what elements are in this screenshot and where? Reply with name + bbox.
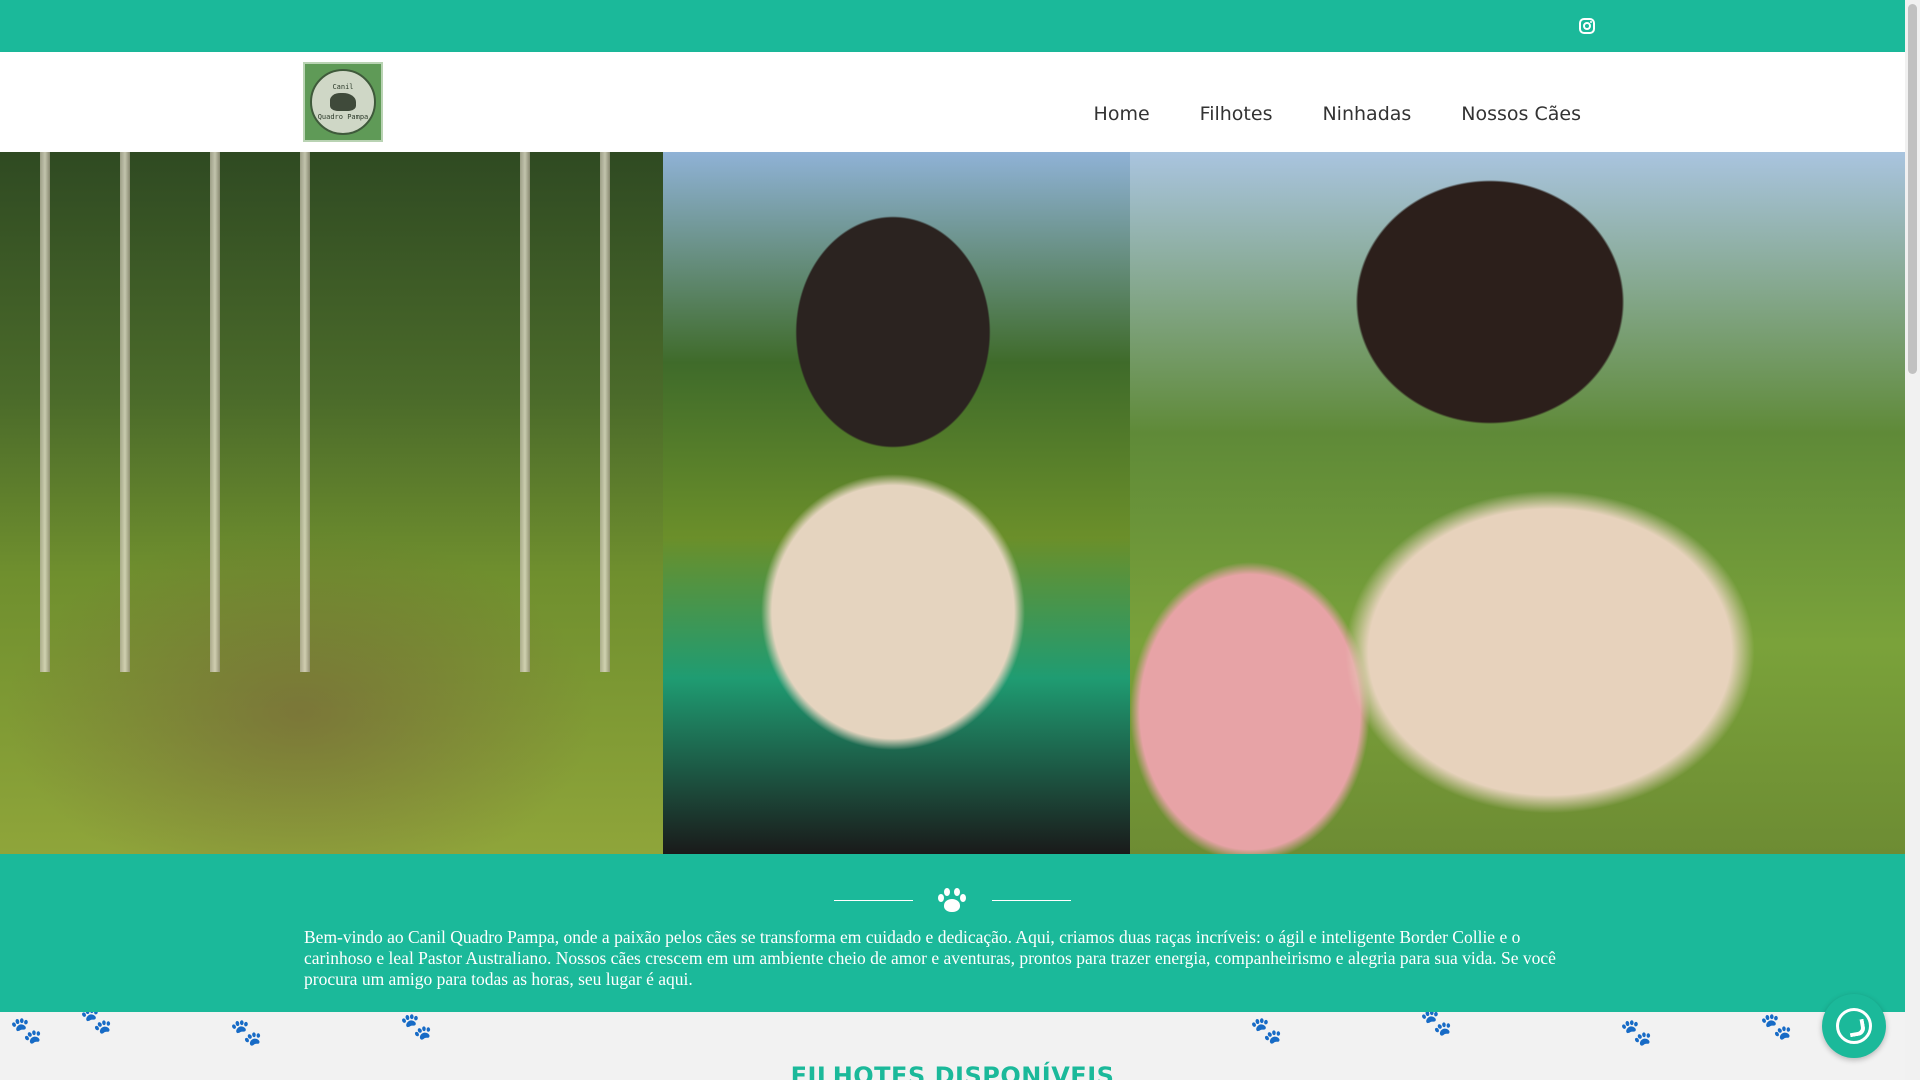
photo-woman-child-puppies: [1130, 152, 1905, 854]
top-bar: [0, 0, 1905, 52]
intro-section: Bem-vindo ao Canil Quadro Pampa, onde a …: [0, 854, 1905, 1012]
page-scrollbar[interactable]: [1905, 0, 1920, 1080]
photo-woman-with-dogs: [0, 152, 663, 854]
divider-line-right: [992, 900, 1071, 901]
dog-icon: [330, 93, 356, 111]
available-puppies-section: 🐾 🐾 🐾 🐾 🐾 🐾 🐾 🐾 FILHOTES DISPONÍVEIS: [0, 1012, 1905, 1080]
site-header: Canil Quadro Pampa Home Filhotes Ninhada…: [0, 52, 1905, 152]
hero-gallery: [0, 152, 1905, 854]
scrollbar-thumb[interactable]: [1908, 4, 1917, 374]
divider-line-left: [834, 900, 913, 901]
whatsapp-icon: [1836, 1008, 1872, 1044]
paw-icon: [938, 888, 966, 914]
main-nav: Home Filhotes Ninhadas Nossos Cães: [1094, 103, 1581, 125]
logo-badge: Canil Quadro Pampa: [310, 69, 376, 135]
logo-text-top: Canil: [332, 83, 354, 91]
nav-ninhadas[interactable]: Ninhadas: [1322, 103, 1411, 125]
whatsapp-button[interactable]: [1822, 994, 1886, 1058]
site-logo[interactable]: Canil Quadro Pampa: [303, 62, 383, 142]
logo-text-bottom: Quadro Pampa: [317, 113, 369, 121]
photo-woman-holding-puppies: [663, 152, 1130, 854]
nav-home[interactable]: Home: [1094, 103, 1150, 125]
nav-nossos-caes[interactable]: Nossos Cães: [1461, 103, 1581, 125]
nav-filhotes[interactable]: Filhotes: [1200, 103, 1273, 125]
intro-text: Bem-vindo ao Canil Quadro Pampa, onde a …: [304, 927, 1556, 989]
instagram-icon[interactable]: [1579, 18, 1595, 34]
section-heading: FILHOTES DISPONÍVEIS: [790, 1062, 1115, 1080]
